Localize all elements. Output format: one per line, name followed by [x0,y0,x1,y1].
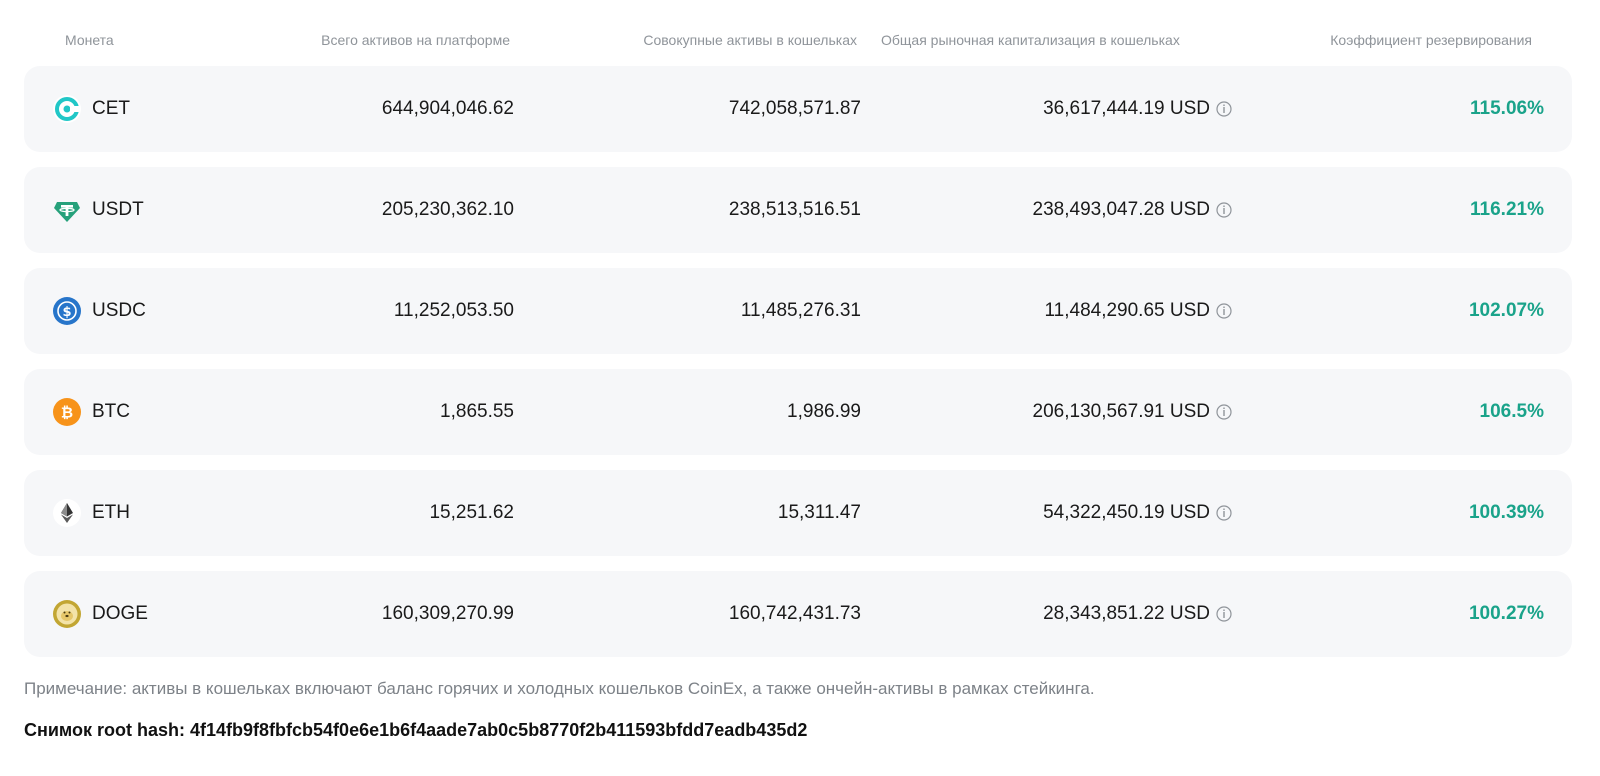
header-reserve-ratio: Коэффициент резервирования [1330,32,1532,48]
table-row: $ USDC 11,252,053.50 11,485,276.31 11,48… [24,268,1572,354]
reserve-ratio-value: 116.21% [1470,199,1544,220]
wallet-assets-value: 11,485,276.31 [740,300,861,321]
coin-name: ETH [92,502,130,523]
platform-assets-value: 644,904,046.62 [381,98,514,119]
root-hash: Снимок root hash: 4f14fb9f8fbfcb54f0e6e1… [24,720,808,740]
coin-name: BTC [92,401,130,422]
reserve-ratio-value: 100.27% [1468,603,1544,624]
wallet-market-cap-value: 36,617,444.19 USD [1043,98,1210,119]
header-wallet-market-cap: Общая рыночная капитализация в кошельках [881,32,1180,48]
table-row: CET 644,904,046.62 742,058,571.87 36,617… [24,66,1572,152]
wallet-market-cap-cell: 28,343,851.22 USD [1043,571,1232,657]
platform-assets-value: 160,309,270.99 [381,603,514,624]
platform-assets-value: 205,230,362.10 [381,199,514,220]
info-icon[interactable] [1216,606,1232,622]
btc-icon: ₿ [53,398,81,426]
wallet-assets-value: 742,058,571.87 [728,98,861,119]
info-icon[interactable] [1216,404,1232,420]
wallet-assets-value: 15,311.47 [777,502,861,523]
wallet-market-cap-value: 206,130,567.91 USD [1032,401,1210,422]
header-platform-assets: Всего активов на платформе [321,32,510,48]
cet-icon [53,95,81,123]
platform-assets-value: 15,251.62 [429,502,514,523]
coin-name: CET [92,98,130,119]
wallet-market-cap-value: 11,484,290.65 USD [1044,300,1211,321]
header-wallet-assets: Совокупные активы в кошельках [643,32,857,48]
info-icon[interactable] [1216,202,1232,218]
info-icon[interactable] [1216,303,1232,319]
table-header: Монета Всего активов на платформе Совоку… [24,28,1572,54]
coin-name: DOGE [92,603,148,624]
table-row: DOGE 160,309,270.99 160,742,431.73 28,34… [24,571,1572,657]
wallet-market-cap-value: 28,343,851.22 USD [1043,603,1210,624]
wallet-market-cap-cell: 36,617,444.19 USD [1043,66,1232,152]
header-coin: Монета [65,32,114,48]
reserve-ratio-value: 115.06% [1470,98,1544,119]
svg-text:$: $ [62,305,71,320]
reserve-ratio-value: 106.5% [1479,401,1544,422]
wallet-market-cap-cell: 54,322,450.19 USD [1043,470,1232,556]
platform-assets-value: 11,252,053.50 [393,300,514,321]
svg-text:₿: ₿ [61,404,73,422]
usdt-icon [53,196,81,224]
info-icon[interactable] [1216,101,1232,117]
wallet-market-cap-value: 238,493,047.28 USD [1032,199,1210,220]
reserve-ratio-value: 102.07% [1468,300,1544,321]
reserve-ratio-value: 100.39% [1468,502,1544,523]
wallet-market-cap-cell: 238,493,047.28 USD [1033,167,1232,253]
footnote: Примечание: активы в кошельках включают … [24,679,1095,698]
table-row: USDT 205,230,362.10 238,513,516.51 238,4… [24,167,1572,253]
wallet-market-cap-cell: 11,484,290.65 USD [1045,268,1233,354]
table-row: ₿ BTC 1,865.55 1,986.99 206,130,567.91 U… [24,369,1572,455]
coin-name: USDC [92,300,146,321]
eth-icon [53,499,81,527]
wallet-assets-value: 238,513,516.51 [728,199,861,220]
coin-name: USDT [92,199,144,220]
reserves-table: CET 644,904,046.62 742,058,571.87 36,617… [24,66,1572,672]
wallet-assets-value: 1,986.99 [787,401,861,422]
platform-assets-value: 1,865.55 [440,401,514,422]
usdc-icon: $ [53,297,81,325]
wallet-assets-value: 160,742,431.73 [728,603,861,624]
wallet-market-cap-value: 54,322,450.19 USD [1043,502,1210,523]
table-row: ETH 15,251.62 15,311.47 54,322,450.19 US… [24,470,1572,556]
info-icon[interactable] [1216,505,1232,521]
wallet-market-cap-cell: 206,130,567.91 USD [1033,369,1232,455]
doge-icon [53,600,81,628]
